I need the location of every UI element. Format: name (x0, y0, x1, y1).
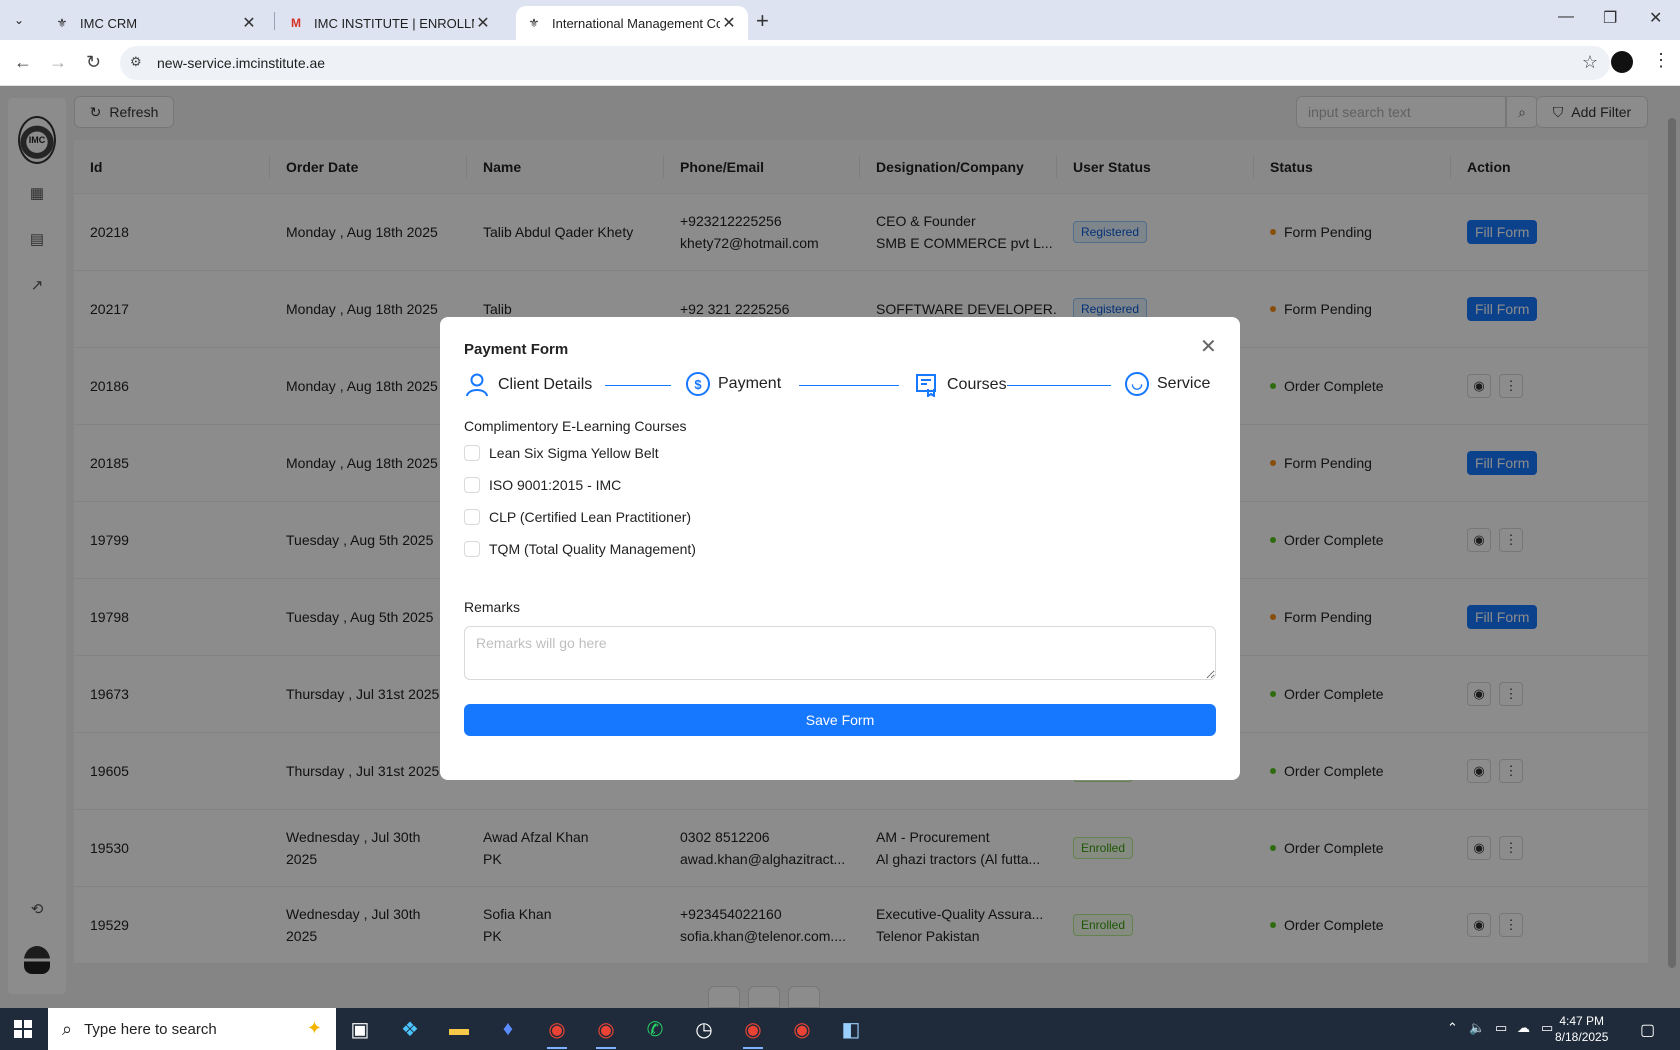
browser-menu-icon[interactable]: ⋮ (1652, 50, 1670, 71)
tab-international-management[interactable]: ⚜ International Management Cor ✕ (516, 6, 748, 40)
clock-time: 4:47 PM (1559, 1014, 1605, 1028)
tab-title: IMC CRM (80, 15, 138, 31)
certificate-icon (913, 372, 939, 398)
tab-imc-enrollment[interactable]: M IMC INSTITUTE | ENROLLMENT ✕ (278, 6, 502, 40)
imc-favicon-icon: ⚜ (56, 16, 68, 30)
chrome-icon[interactable]: ◉ (592, 1015, 620, 1049)
search-icon: ⌕ (62, 1018, 73, 1039)
step-label: Client Details (498, 376, 593, 393)
taskbar-search-placeholder: Type here to search (84, 1020, 217, 1038)
tab-imc-crm[interactable]: ⚜ IMC CRM ✕ (44, 6, 268, 40)
tab-title: IMC INSTITUTE | ENROLLMENT (314, 15, 474, 31)
checkbox[interactable] (464, 541, 480, 557)
whatsapp-icon[interactable]: ✆ (641, 1015, 669, 1043)
notifications-icon[interactable]: ▢ (1640, 1020, 1655, 1040)
profile-avatar[interactable] (1611, 51, 1633, 73)
clock-app-icon[interactable]: ◷ (690, 1015, 718, 1043)
app-icon[interactable]: ♦ (494, 1015, 522, 1043)
payment-form-modal: Payment Form ✕ Client Details $ Payment … (440, 317, 1240, 780)
dollar-icon: $ (686, 372, 710, 396)
clock-date: 8/18/2025 (1555, 1030, 1609, 1044)
imc-favicon-icon: ⚜ (528, 16, 540, 30)
file-explorer-icon[interactable]: ▬ (445, 1015, 473, 1043)
checkbox[interactable] (464, 509, 480, 525)
course-checkbox-row[interactable]: Lean Six Sigma Yellow Belt (464, 445, 659, 461)
taskbar-search[interactable]: ⌕ Type here to search ✦ (48, 1008, 336, 1050)
remarks-label: Remarks (464, 599, 521, 615)
checkbox[interactable] (464, 477, 480, 493)
remarks-textarea[interactable] (464, 626, 1216, 680)
checkbox[interactable] (464, 445, 480, 461)
omnibox[interactable]: ⚙ new-service.imcinstitute.ae ☆ (120, 46, 1610, 80)
network-icon[interactable]: ▭ (1541, 1020, 1553, 1036)
close-tab-icon[interactable]: ✕ (720, 13, 738, 33)
step-connector (1007, 385, 1111, 386)
browser-tab-strip: ⌄ ⚜ IMC CRM ✕ M IMC INSTITUTE | ENROLLME… (0, 0, 1680, 40)
meet-now-icon[interactable]: ▭ (1495, 1020, 1507, 1036)
step-connector (799, 385, 899, 386)
close-tab-icon[interactable]: ✕ (240, 13, 258, 33)
new-tab-icon[interactable]: + (756, 8, 769, 34)
copilot-icon[interactable]: ❖ (396, 1015, 424, 1043)
site-info-icon[interactable]: ⚙ (130, 54, 142, 70)
step-label: Courses (947, 376, 1007, 393)
copilot-sparkle-icon: ✦ (306, 1018, 322, 1038)
step-courses[interactable]: Courses (913, 372, 1007, 398)
course-checkbox-row[interactable]: TQM (Total Quality Management) (464, 541, 696, 557)
reload-icon[interactable]: ↻ (86, 52, 101, 73)
step-service[interactable]: ◡ Service (1125, 372, 1210, 396)
chrome-icon[interactable]: ◉ (739, 1015, 767, 1049)
back-icon[interactable]: ← (14, 52, 32, 73)
task-view-icon[interactable]: ▣ (346, 1015, 374, 1043)
user-icon (464, 372, 490, 398)
system-clock[interactable]: 4:47 PM 8/18/2025 (1555, 1013, 1608, 1045)
step-payment[interactable]: $ Payment (686, 372, 781, 396)
restore-icon[interactable]: ❐ (1603, 8, 1617, 28)
step-label: Service (1157, 375, 1211, 392)
form-steps: Client Details $ Payment Courses ◡ Servi… (464, 372, 1216, 400)
close-tab-icon[interactable]: ✕ (474, 13, 492, 33)
tab-divider (274, 12, 275, 30)
close-icon[interactable]: ✕ (1200, 334, 1217, 359)
course-checkbox-row[interactable]: ISO 9001:2015 - IMC (464, 477, 621, 493)
url-text[interactable]: new-service.imcinstitute.ae (157, 55, 325, 71)
tab-search-dropdown-icon[interactable]: ⌄ (8, 9, 30, 31)
app-icon[interactable]: ◧ (837, 1015, 865, 1043)
window-close-icon[interactable]: ✕ (1649, 8, 1662, 28)
course-label[interactable]: Lean Six Sigma Yellow Belt (489, 445, 659, 461)
step-client-details[interactable]: Client Details (464, 372, 592, 398)
modal-title: Payment Form (464, 341, 569, 358)
tray-chevron-icon[interactable]: ⌃ (1447, 1020, 1458, 1036)
forward-icon[interactable]: → (49, 52, 67, 73)
course-label[interactable]: CLP (Certified Lean Practitioner) (489, 509, 691, 525)
course-label[interactable]: ISO 9001:2015 - IMC (489, 477, 621, 493)
bookmark-star-icon[interactable]: ☆ (1582, 52, 1598, 73)
volume-icon[interactable]: 🔈 (1469, 1020, 1485, 1036)
step-label: Payment (718, 375, 782, 392)
tab-title: International Management Cor (552, 15, 720, 31)
minimize-icon[interactable]: — (1558, 8, 1574, 26)
course-label[interactable]: TQM (Total Quality Management) (489, 541, 696, 557)
windows-start-icon[interactable] (14, 1020, 32, 1038)
courses-section-label: Complimentory E-Learning Courses (464, 418, 687, 434)
smile-icon: ◡ (1125, 372, 1149, 396)
chrome-icon[interactable]: ◉ (788, 1015, 816, 1043)
course-checkbox-row[interactable]: CLP (Certified Lean Practitioner) (464, 509, 691, 525)
save-form-button[interactable]: Save Form (464, 704, 1216, 736)
chrome-icon[interactable]: ◉ (543, 1015, 571, 1049)
gmail-favicon-icon: M (291, 16, 301, 30)
windows-taskbar: ⌕ Type here to search ✦ ▣ ❖ ▬ ♦ ◉ ◉ ✆ ◷ … (0, 1008, 1680, 1050)
step-connector (605, 385, 671, 386)
onedrive-icon[interactable]: ☁ (1517, 1020, 1530, 1036)
address-bar-row: ← → ↻ ⚙ new-service.imcinstitute.ae ☆ ⋮ (0, 40, 1680, 86)
